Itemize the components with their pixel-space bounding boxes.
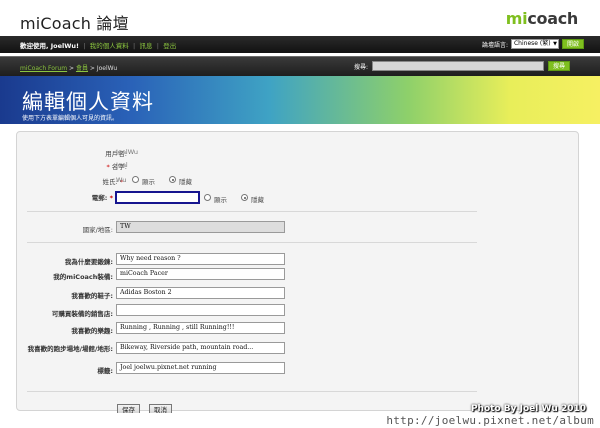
tags-field[interactable]: Joel joelwu.pixnet.net running: [116, 362, 285, 374]
email-hide-label: 隱藏: [251, 196, 264, 204]
separator: |: [156, 42, 159, 50]
micoach-logo[interactable]: micoach: [505, 9, 579, 28]
country-field: TW: [116, 221, 285, 233]
email-show-label: 顯示: [214, 196, 227, 204]
search-area: 搜尋: 搜尋: [354, 61, 570, 71]
separator: |: [133, 42, 136, 50]
welcome-text: 歡迎使用, JoelWu! | 我的個人資料 | 訊息 | 登出: [20, 40, 176, 50]
surname-value: Wu: [116, 176, 127, 184]
email-field[interactable]: [115, 191, 200, 204]
my-profile-link[interactable]: 我的個人資料: [90, 42, 129, 50]
surname-hide-radio[interactable]: [169, 176, 176, 183]
search-button[interactable]: 搜尋: [547, 61, 570, 71]
music-label: 我喜歡的樂趣:: [71, 327, 113, 335]
breadcrumb-separator: >: [69, 65, 75, 72]
profile-form: 用戶名: JoelWu * 名字: Joel 姓氏: * Wu 顯示 隱藏 電郵…: [16, 131, 579, 416]
breadcrumb-forum[interactable]: miCoach Forum: [20, 65, 67, 72]
language-value: Chinese (繁): [513, 40, 551, 47]
watermark-url: http://joelwu.pixnet.net/album: [386, 414, 594, 427]
tags-label: 標籤:: [97, 367, 113, 375]
store-field[interactable]: [116, 304, 285, 316]
breadcrumb-separator: >: [89, 65, 95, 72]
search-label: 搜尋:: [353, 63, 368, 71]
language-select[interactable]: Chinese (繁) ▼: [510, 39, 559, 49]
greeting: 歡迎使用, JoelWu!: [20, 42, 80, 50]
surname-label: 姓氏: *: [102, 178, 123, 186]
email-label: 電郵: *: [91, 194, 113, 202]
language-switcher: 論壇語言: Chinese (繁) ▼ 開啟: [482, 39, 584, 49]
nav-bar: miCoach Forum > 會員 > JoelWu 搜尋: 搜尋: [0, 56, 600, 76]
breadcrumb-members[interactable]: 會員: [76, 65, 88, 72]
logout-link[interactable]: 登出: [163, 42, 176, 50]
email-show-radio[interactable]: [204, 194, 211, 201]
messages-link[interactable]: 訊息: [139, 42, 152, 50]
surname-show-label: 顯示: [142, 178, 155, 186]
why-train-label: 我為什麼要鍛鍊:: [64, 258, 113, 266]
language-label: 論壇語言:: [481, 41, 508, 49]
store-label: 可購買裝備的銷售店:: [51, 310, 113, 318]
route-label: 我喜歡的跑步場地/場館/地形:: [27, 345, 113, 353]
separator: |: [83, 42, 86, 50]
page-subtitle: 使用下方表單編輯個人可見的資訊。: [22, 115, 119, 122]
welcome-bar: 歡迎使用, JoelWu! | 我的個人資料 | 訊息 | 登出 論壇語言: C…: [0, 36, 600, 53]
gear-field[interactable]: miCoach Pacer: [116, 268, 285, 280]
breadcrumb-current: JoelWu: [96, 65, 118, 72]
page-banner: 編輯個人資料 使用下方表單編輯個人可見的資訊。: [0, 76, 600, 124]
surname-hide-label: 隱藏: [179, 178, 192, 186]
breadcrumb: miCoach Forum > 會員 > JoelWu: [20, 63, 117, 72]
logo-mi: mi: [505, 9, 528, 28]
divider: [27, 242, 477, 243]
first-name-value: Joel: [116, 161, 128, 169]
logo-coach: coach: [527, 9, 578, 28]
site-title: miCoach 論壇: [20, 14, 129, 33]
username-value: JoelWu: [116, 148, 139, 156]
divider: [27, 211, 477, 212]
surname-show-radio[interactable]: [132, 176, 139, 183]
page-title: 編輯個人資料: [22, 90, 154, 114]
divider: [27, 391, 477, 392]
why-train-field[interactable]: Why need reason ?: [116, 253, 285, 265]
search-input[interactable]: [371, 61, 544, 71]
country-label: 國家/地區:: [82, 226, 113, 234]
email-hide-radio[interactable]: [241, 194, 248, 201]
route-field[interactable]: Bikeway, Riverside path, mountain road..…: [116, 342, 285, 354]
gear-label: 我的miCoach裝備:: [53, 273, 113, 281]
shoes-label: 我喜歡的鞋子:: [71, 292, 113, 300]
chevron-down-icon: ▼: [553, 41, 557, 47]
language-go-button[interactable]: 開啟: [561, 39, 584, 49]
site-header: miCoach 論壇 micoach: [0, 0, 600, 36]
photo-credit: Photo By Joel Wu 2010: [470, 404, 586, 414]
music-field[interactable]: Running , Running , still Running!!!: [116, 322, 285, 334]
shoes-field[interactable]: Adidas Boston 2: [116, 287, 285, 299]
